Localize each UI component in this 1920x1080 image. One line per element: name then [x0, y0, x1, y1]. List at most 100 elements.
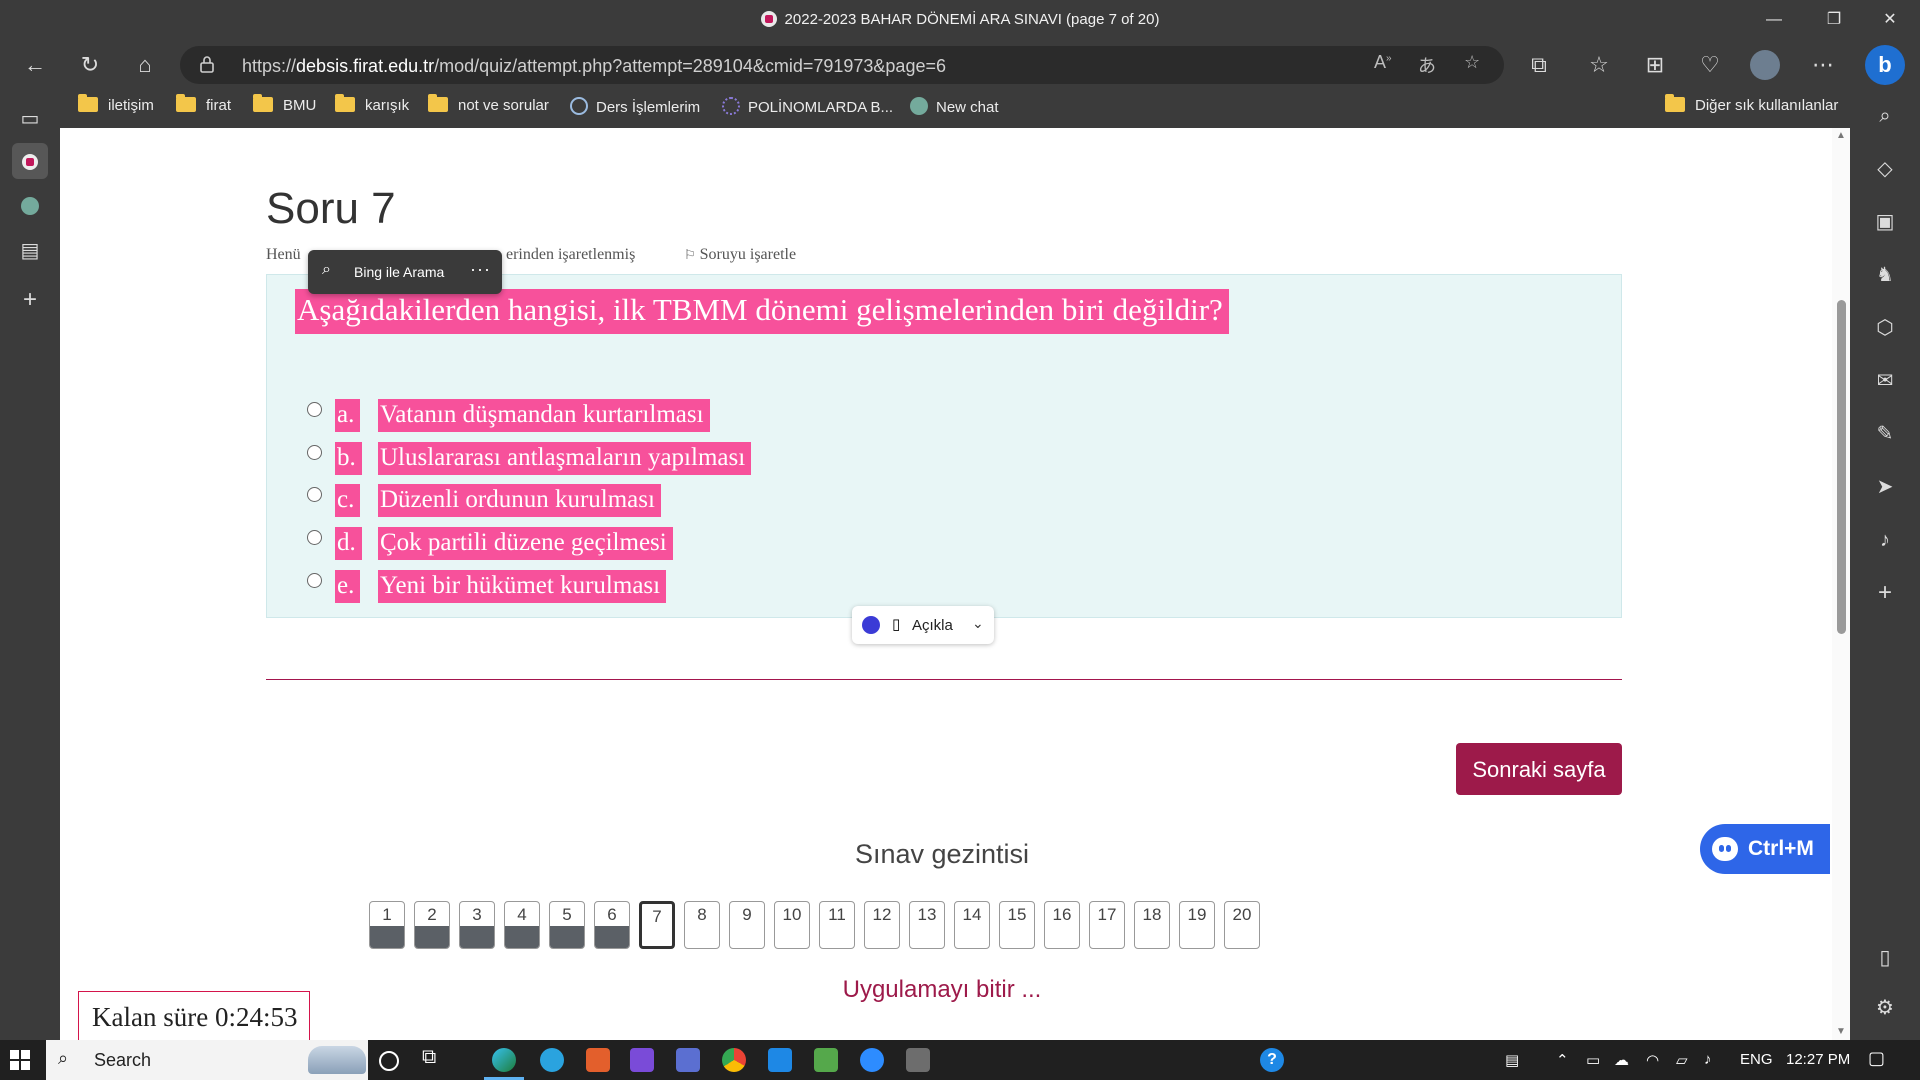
- nav-question-1[interactable]: 1: [369, 901, 405, 949]
- sidebar-settings-gear-icon[interactable]: ⚙: [1867, 990, 1903, 1026]
- bookmark-ders-islemlerim[interactable]: Ders İşlemlerim: [570, 97, 700, 119]
- video-editor-icon[interactable]: [630, 1048, 654, 1072]
- zoom-icon[interactable]: [860, 1048, 884, 1072]
- radio-b[interactable]: [307, 445, 322, 460]
- language-indicator[interactable]: ENG: [1740, 1051, 1773, 1068]
- more-options-icon[interactable]: ···: [470, 259, 491, 280]
- search-icon[interactable]: ⌕: [1867, 98, 1903, 134]
- cortana-icon[interactable]: [379, 1051, 399, 1071]
- nav-question-3[interactable]: 3: [459, 901, 495, 949]
- show-hidden-icons-icon[interactable]: ⌃: [1556, 1051, 1569, 1069]
- option-text[interactable]: Düzenli ordunun kurulması: [378, 484, 661, 517]
- bookmark-karisik[interactable]: karışık: [335, 94, 409, 119]
- shopping-tag-icon[interactable]: ◇: [1867, 151, 1903, 187]
- outlook-icon[interactable]: ✉: [1867, 363, 1903, 399]
- bing-search-popup[interactable]: ⌕ Bing ile Arama ···: [308, 250, 502, 294]
- minimize-button[interactable]: —: [1746, 0, 1802, 42]
- nav-question-2[interactable]: 2: [414, 901, 450, 949]
- refresh-icon[interactable]: ↻: [75, 50, 105, 80]
- bing-copilot-button[interactable]: b: [1865, 45, 1905, 85]
- option-text[interactable]: Vatanın düşmandan kurtarılması: [378, 399, 710, 432]
- nav-question-18[interactable]: 18: [1134, 901, 1170, 949]
- explain-popup[interactable]: ▯ Açıkla ⌄: [852, 606, 994, 644]
- option-text[interactable]: Çok partili düzene geçilmesi: [378, 527, 673, 560]
- radio-c[interactable]: [307, 487, 322, 502]
- bing-search-label[interactable]: Bing ile Arama: [354, 264, 444, 280]
- battery-icon[interactable]: ▭: [1586, 1051, 1600, 1069]
- more-menu-icon[interactable]: ⋯: [1808, 50, 1838, 80]
- finish-attempt-link[interactable]: Uygulamayı bitir ...: [60, 976, 1824, 1004]
- calculator-icon[interactable]: [906, 1048, 930, 1072]
- nav-question-16[interactable]: 16: [1044, 901, 1080, 949]
- app-icon[interactable]: [586, 1048, 610, 1072]
- nav-question-5[interactable]: 5: [549, 901, 585, 949]
- add-sidebar-app-icon[interactable]: +: [1867, 575, 1903, 611]
- nav-question-14[interactable]: 14: [954, 901, 990, 949]
- url-text[interactable]: https://debsis.firat.edu.tr/mod/quiz/att…: [242, 56, 946, 77]
- flag-question-link[interactable]: ⚐ Soruyu işaretle: [684, 246, 796, 264]
- read-aloud-icon[interactable]: A»: [1374, 52, 1392, 73]
- lock-icon[interactable]: [200, 55, 214, 73]
- games-icon[interactable]: ♞: [1867, 257, 1903, 293]
- telegram-icon[interactable]: [540, 1048, 564, 1072]
- collections-icon[interactable]: ⊞: [1640, 50, 1670, 80]
- bookmark-polinomlarda[interactable]: POLİNOMLARDA B...: [722, 97, 893, 119]
- close-window-button[interactable]: ✕: [1862, 0, 1918, 42]
- edge-taskbar-icon[interactable]: [492, 1048, 516, 1072]
- windows-start-icon[interactable]: [10, 1050, 30, 1070]
- radio-d[interactable]: [307, 530, 322, 545]
- other-favorites[interactable]: Diğer sık kullanılanlar: [1665, 94, 1838, 119]
- notification-bell-icon[interactable]: ♪: [1867, 522, 1903, 558]
- maximize-button[interactable]: ❐: [1806, 0, 1862, 42]
- nav-question-6[interactable]: 6: [594, 901, 630, 949]
- nav-question-9[interactable]: 9: [729, 901, 765, 949]
- home-icon[interactable]: ⌂: [130, 50, 160, 80]
- active-tab-quiz[interactable]: [12, 143, 48, 179]
- favorites-icon[interactable]: ☆: [1584, 50, 1614, 80]
- nav-question-19[interactable]: 19: [1179, 901, 1215, 949]
- address-bar[interactable]: https://debsis.firat.edu.tr/mod/quiz/att…: [180, 46, 1504, 84]
- nav-question-8[interactable]: 8: [684, 901, 720, 949]
- scroll-down-arrow-icon[interactable]: ▼: [1836, 1026, 1846, 1037]
- nav-question-13[interactable]: 13: [909, 901, 945, 949]
- drop-icon[interactable]: ✎: [1867, 416, 1903, 452]
- scrollbar-thumb[interactable]: [1837, 300, 1846, 634]
- bookmark-iletisim[interactable]: iletişim: [78, 94, 154, 119]
- back-arrow-icon[interactable]: ←: [20, 50, 50, 80]
- next-page-button[interactable]: Sonraki sayfa: [1456, 743, 1622, 795]
- tab-actions-icon[interactable]: ▭: [12, 101, 48, 137]
- radio-a[interactable]: [307, 402, 322, 417]
- nav-question-17[interactable]: 17: [1089, 901, 1125, 949]
- news-widget-icon[interactable]: ▤: [1505, 1051, 1519, 1069]
- office-icon[interactable]: ⬡: [1867, 310, 1903, 346]
- taskbar-search-box[interactable]: ⌕ Search: [46, 1040, 368, 1080]
- option-text[interactable]: Yeni bir hükümet kurulması: [378, 570, 667, 603]
- chevron-down-icon[interactable]: ⌄: [972, 615, 984, 632]
- nav-question-4[interactable]: 4: [504, 901, 540, 949]
- bookmark-firat[interactable]: firat: [176, 94, 231, 119]
- nav-question-20[interactable]: 20: [1224, 901, 1260, 949]
- scroll-up-arrow-icon[interactable]: ▲: [1836, 130, 1846, 141]
- vscode-icon[interactable]: [768, 1048, 792, 1072]
- notepad-icon[interactable]: [814, 1048, 838, 1072]
- profile-avatar[interactable]: [1750, 50, 1780, 80]
- radio-e[interactable]: [307, 573, 322, 588]
- new-tab-plus-icon[interactable]: +: [12, 282, 48, 318]
- notifications-icon[interactable]: ▢: [1868, 1048, 1885, 1069]
- bookmark-not-ve-sorular[interactable]: not ve sorular: [428, 94, 549, 119]
- app-icon[interactable]: [676, 1048, 700, 1072]
- nav-question-7-current[interactable]: 7: [639, 901, 675, 949]
- translate-icon[interactable]: あ: [1418, 52, 1436, 78]
- performance-icon[interactable]: ♡: [1695, 50, 1725, 80]
- chrome-icon[interactable]: [722, 1048, 746, 1072]
- tab-chatgpt[interactable]: [12, 188, 48, 224]
- ai-helper-shortcut-button[interactable]: Ctrl+M: [1700, 824, 1830, 874]
- bookmark-new-chat[interactable]: New chat: [910, 97, 999, 119]
- wifi-icon[interactable]: ◠: [1646, 1051, 1659, 1069]
- help-icon[interactable]: ?: [1260, 1048, 1284, 1072]
- page-scrollbar[interactable]: ▲ ▼: [1832, 128, 1850, 1040]
- send-icon[interactable]: ➤: [1867, 469, 1903, 505]
- hide-sidebar-icon[interactable]: ▯: [1867, 940, 1903, 976]
- nav-question-11[interactable]: 11: [819, 901, 855, 949]
- explain-label[interactable]: Açıkla: [912, 617, 953, 634]
